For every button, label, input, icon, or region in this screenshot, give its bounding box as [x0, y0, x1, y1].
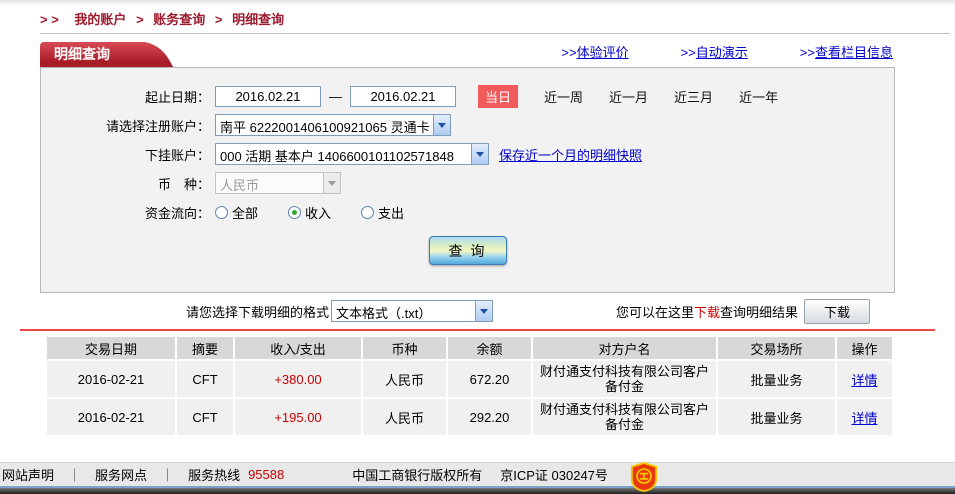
breadcrumb-separator: >: [136, 12, 144, 27]
chevron-down-icon: [433, 115, 450, 135]
download-button[interactable]: 下载: [804, 299, 870, 324]
link-column-info[interactable]: >>查看栏目信息: [800, 42, 893, 61]
table-row: 2016-02-21 CFT +380.00 人民币 672.20 财付通支付科…: [47, 361, 892, 397]
radio-flow-all[interactable]: 全部: [215, 203, 258, 222]
download-hint-suffix: 查询明细结果: [720, 302, 798, 321]
breadcrumb: > > 我的账户 > 账务查询 > 明细查询: [40, 11, 955, 29]
currency-select: 人民币: [215, 172, 341, 194]
link-experience-rating[interactable]: >>体验评价: [561, 42, 628, 61]
range-week-button[interactable]: 近一周: [544, 87, 583, 106]
range-month-button[interactable]: 近一月: [609, 87, 648, 106]
flow-radio-group: 全部 收入 支出: [215, 203, 434, 222]
col-trade-date: 交易日期: [47, 337, 177, 359]
date-to-input[interactable]: [350, 86, 456, 107]
query-button[interactable]: 查 询: [429, 236, 507, 265]
range-quarter-button[interactable]: 近三月: [674, 87, 713, 106]
sub-account-select[interactable]: 000 活期 基本户 1406600101102571848: [215, 143, 489, 165]
currency-label: 币 种：: [41, 174, 215, 193]
hotline-number: 95588: [248, 467, 284, 482]
radio-icon: [215, 206, 228, 219]
top-band: [0, 0, 955, 6]
date-range-label: 起止日期：: [41, 87, 215, 106]
footer-link-statement[interactable]: 网站声明: [2, 465, 54, 484]
download-format-label: 请您选择下载明细的格式: [186, 302, 329, 321]
col-currency: 币种: [363, 337, 448, 359]
snapshot-link[interactable]: 保存近一个月的明细快照: [499, 145, 642, 164]
radio-flow-expense[interactable]: 支出: [361, 203, 404, 222]
date-dash: —: [329, 89, 342, 104]
chevron-down-icon: [323, 173, 340, 193]
copyright-text: 中国工商银行版权所有: [352, 465, 482, 484]
breadcrumb-detail-query[interactable]: 明细查询: [232, 12, 284, 27]
breadcrumb-my-account[interactable]: 我的账户: [74, 12, 126, 27]
col-amount: 收入/支出: [235, 337, 363, 359]
footer-dark-edge: [0, 488, 955, 494]
breadcrumb-prefix: > >: [40, 12, 59, 27]
results-table: 交易日期 摘要 收入/支出 币种 余额 对方户名 交易场所 操作 2016-02…: [47, 335, 892, 437]
footer: 网站声明 ｜ 服务网点 ｜ 服务热线 95588 中国工商银行版权所有 京ICP…: [0, 462, 955, 494]
range-year-button[interactable]: 近一年: [739, 87, 778, 106]
radio-icon: [361, 206, 374, 219]
chevron-down-icon: [471, 144, 488, 164]
col-balance: 余额: [448, 337, 533, 359]
col-venue: 交易场所: [718, 337, 837, 359]
date-from-input[interactable]: [215, 86, 321, 107]
download-link[interactable]: 下载: [694, 302, 720, 321]
range-today-button[interactable]: 当日: [478, 85, 518, 108]
query-form-panel: 起止日期： — 当日 近一周 近一月 近三月 近一年 请选择注册账户： 南平 6…: [40, 67, 895, 293]
table-header-row: 交易日期 摘要 收入/支出 币种 余额 对方户名 交易场所 操作: [47, 337, 892, 359]
col-action: 操作: [837, 337, 892, 359]
icbc-shield-icon[interactable]: [630, 462, 658, 492]
link-auto-demo[interactable]: >>自动演示: [681, 42, 748, 61]
account-label: 请选择注册账户：: [41, 116, 215, 135]
download-format-select[interactable]: 文本格式（.txt）: [331, 300, 493, 322]
breadcrumb-account-query[interactable]: 账务查询: [153, 12, 205, 27]
hotline-label: 服务热线: [188, 465, 240, 484]
col-counterparty: 对方户名: [533, 337, 718, 359]
detail-link[interactable]: 详情: [851, 411, 877, 426]
account-select[interactable]: 南平 6222001406100921065 灵通卡: [215, 114, 451, 136]
tab-detail-query[interactable]: 明细查询: [40, 42, 144, 67]
radio-checked-icon: [288, 206, 301, 219]
flow-label: 资金流向：: [41, 203, 215, 222]
sub-account-label: 下挂账户：: [41, 145, 215, 164]
breadcrumb-separator: >: [215, 12, 223, 27]
top-links: >>体验评价 >>自动演示 >>查看栏目信息: [561, 42, 895, 67]
detail-link[interactable]: 详情: [851, 373, 877, 388]
col-summary: 摘要: [177, 337, 235, 359]
section-divider: [20, 329, 935, 331]
footer-link-branches[interactable]: 服务网点: [95, 465, 147, 484]
download-hint-prefix: 您可以在这里: [616, 302, 694, 321]
icp-number: 京ICP证 030247号: [500, 465, 608, 484]
chevron-down-icon: [475, 301, 492, 321]
table-row: 2016-02-21 CFT +195.00 人民币 292.20 财付通支付科…: [47, 399, 892, 435]
radio-flow-income[interactable]: 收入: [288, 203, 331, 222]
